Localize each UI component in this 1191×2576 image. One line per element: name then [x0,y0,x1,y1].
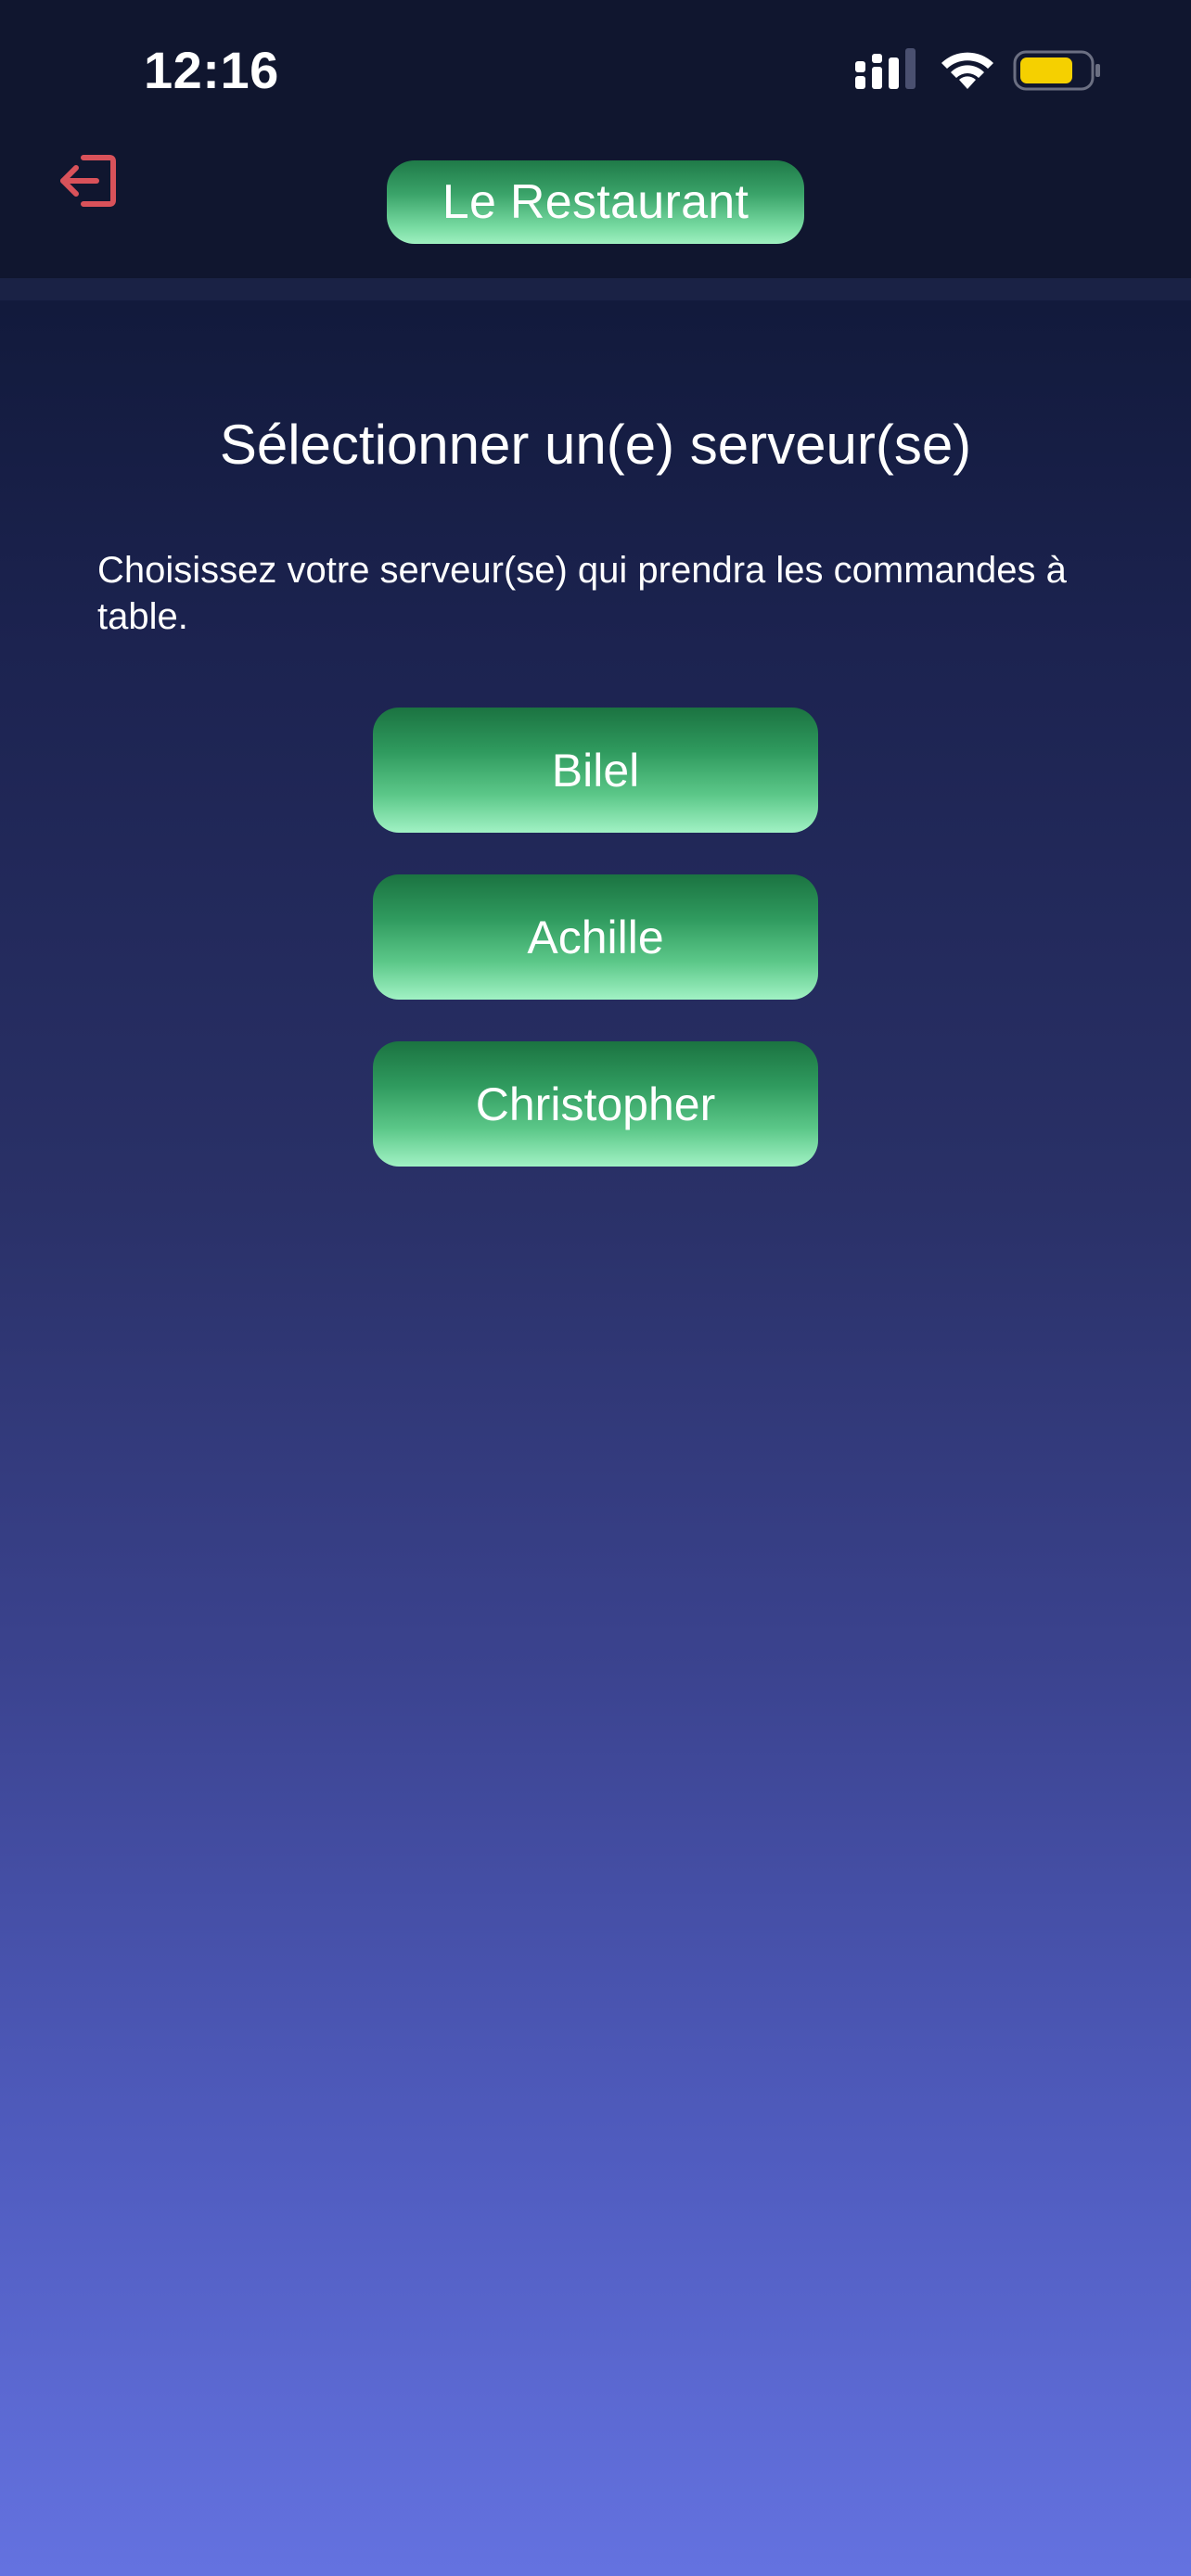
status-time: 12:16 [144,41,279,99]
server-list: Bilel Achille Christopher [373,708,818,1208]
logout-icon [60,155,116,207]
wifi-icon [941,52,993,89]
server-button-bilel[interactable]: Bilel [373,708,818,833]
status-icons [853,45,1104,95]
logout-button[interactable] [56,150,121,211]
page-heading: Sélectionner un(e) serveur(se) [219,414,972,476]
server-button-achille[interactable]: Achille [373,874,818,1000]
page-description: Choisissez votre serveur(se) qui prendra… [97,550,1067,637]
server-button-christopher[interactable]: Christopher [373,1041,818,1167]
battery-icon [1013,50,1100,91]
restaurant-title: Le Restaurant [387,160,804,244]
cellular-signal-icon [855,48,916,89]
header-divider [0,278,1191,300]
